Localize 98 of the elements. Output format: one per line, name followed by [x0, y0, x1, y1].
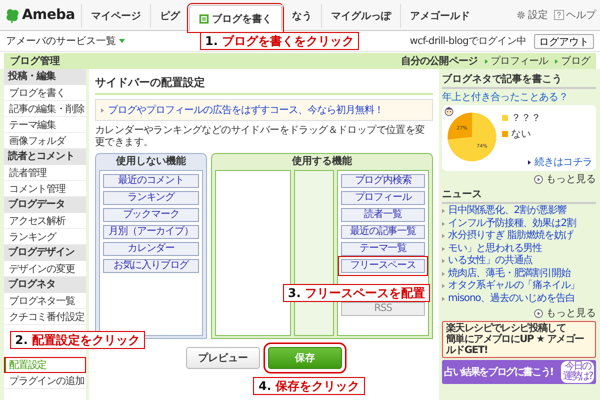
legend-label: ？？？: [511, 112, 541, 125]
bullet-icon: [442, 284, 445, 288]
promo-link[interactable]: ブログやプロフィールの広告をはずすコース、今なら初月無料！: [108, 103, 384, 117]
nav-tab[interactable]: ブログを書く: [188, 5, 282, 31]
panel-heading: 使用する機能: [290, 154, 353, 169]
description-text: カレンダーやランキングなどのサイドバーをドラッグ＆ドロップで位置を変更できます。: [95, 125, 426, 149]
news-link[interactable]: 焼肉店、薄毛・肥満割引開始: [448, 268, 570, 280]
bullet-icon: [442, 272, 445, 276]
mascot-icon: [444, 106, 454, 116]
header-link[interactable]: プロフィール: [490, 54, 548, 68]
widget-item[interactable]: カレンダー: [103, 242, 199, 256]
widget-item[interactable]: 読者一覧: [341, 208, 425, 222]
notepad-icon: [198, 14, 209, 24]
callout-label: 3. フリースペースを配置: [282, 284, 430, 302]
sidebar-item[interactable]: 配置設定: [4, 357, 86, 373]
panel-heading: 使用しない機能: [114, 154, 187, 169]
widget-item[interactable]: テーマ一覧: [341, 242, 425, 256]
more-link[interactable]: もっと見る: [546, 172, 596, 186]
help-icon: [554, 10, 564, 20]
bullet-icon: [442, 296, 445, 301]
nav-tab[interactable]: アメゴールド: [400, 4, 479, 28]
continue-link[interactable]: 続きはコチラ: [534, 155, 592, 169]
news-link[interactable]: いる女性」の共通点: [448, 255, 533, 268]
sidebar-item[interactable]: アクセス解析: [4, 213, 86, 229]
ad-text: 簡単にアメブロにUP ★ アメゴールドGET!: [446, 334, 585, 356]
widget-item[interactable]: 最近の記事一覧: [341, 225, 425, 239]
widget-item[interactable]: 月別（アーカイブ）: [103, 225, 199, 239]
section-title: ブログネタで記事を書こう: [442, 72, 596, 89]
arrow-icon: [528, 160, 532, 164]
sidebar-item[interactable]: ブログネタ一覧: [4, 293, 86, 309]
sidebar-item[interactable]: コメント管理: [4, 181, 86, 197]
ad-text: 占い結果をブログに書こう!: [444, 366, 553, 379]
legend-label: ない: [511, 128, 531, 141]
sidebar-item[interactable]: 読者管理: [4, 165, 86, 181]
sidebar-item[interactable]: デザインの変更: [4, 261, 86, 277]
logo-text[interactable]: Ameba: [22, 7, 75, 23]
settings-link[interactable]: 設定: [516, 8, 548, 22]
caret-icon: [119, 39, 125, 43]
bullet-icon: [442, 246, 445, 251]
bullet-icon: [442, 209, 445, 214]
sidebar-section-header: ブログネタ: [4, 277, 86, 293]
sidebar-section-header: ブログデザイン: [4, 245, 86, 261]
news-link[interactable]: misono、過去のいじめを告白: [448, 292, 575, 305]
widget-item[interactable]: ランキング: [103, 191, 199, 205]
sidebar-item[interactable]: 画像フォルダ: [4, 133, 86, 149]
news-link[interactable]: 日中関係悪化、2割が悪影響: [448, 205, 567, 218]
widget-item[interactable]: プロフィール: [341, 191, 425, 205]
news-link[interactable]: インフル予防接種、効果は2割: [448, 218, 576, 230]
news-link[interactable]: 水分摂りすぎ 脂肪燃焼を妨げ: [448, 230, 573, 242]
header-link[interactable]: ブログ: [561, 54, 590, 68]
more-link[interactable]: もっと見る: [546, 306, 596, 320]
sidebar-item[interactable]: テーマ編集: [4, 117, 86, 133]
login-status: wcf-drill-blogでログイン中: [410, 34, 526, 48]
logout-button[interactable]: ログアウト: [534, 34, 594, 48]
widget-item[interactable]: ブックマーク: [103, 208, 199, 222]
callout-label: 2. 配置設定をクリック: [10, 331, 146, 349]
callout-label: 4. 保存をクリック: [253, 377, 365, 395]
news-link[interactable]: オタク系ギャルの「痛ネイル」: [448, 280, 580, 292]
news-link[interactable]: モい」と思われる男性: [448, 242, 542, 255]
section-title: ニュース: [442, 187, 596, 204]
arrow-icon: [101, 108, 104, 112]
bullet-icon: [442, 222, 445, 226]
legend-swatch: [502, 115, 508, 121]
nav-tab[interactable]: マイページ: [80, 4, 150, 28]
arrow-icon: [484, 58, 488, 64]
widget-item[interactable]: お気に入りブログ: [103, 259, 199, 273]
ad-text: 楽天レシピでレシピ投稿して: [446, 323, 566, 334]
panel-title: サイドバーの配置設定: [95, 73, 433, 95]
sidebar-item[interactable]: ランキング: [4, 229, 86, 245]
sidebar-item[interactable]: ブログを書く: [4, 85, 86, 101]
clover-logo-icon: [5, 8, 20, 22]
widget-item[interactable]: 最近のコメント: [103, 174, 199, 188]
ad-badge: 今日の運勢は?: [561, 361, 594, 383]
settings-icon: [516, 10, 526, 20]
widget-item[interactable]: フリースペース: [341, 259, 425, 273]
nav-tab[interactable]: なう: [282, 4, 321, 28]
section-title: ブログ管理: [10, 54, 60, 68]
sidebar-section-header: ブログデータ: [4, 197, 86, 213]
sidebar-item[interactable]: 記事の編集・削除: [4, 101, 86, 117]
question-link[interactable]: 年上と付き合ったことある？: [442, 90, 596, 104]
bullet-icon: [442, 259, 445, 264]
services-menu[interactable]: アメーバのサービス一覧: [6, 34, 125, 48]
sidebar-item[interactable]: クチコミ番付設定: [4, 309, 86, 325]
sidebar-section-header: 投稿・編集: [4, 69, 86, 85]
recipe-ad-banner[interactable]: 楽天レシピでレシピ投稿して 簡単にアメブロにUP ★ アメゴールドGET!: [442, 321, 596, 358]
play-circle-icon: [534, 174, 543, 184]
preview-button[interactable]: プレビュー: [186, 347, 260, 369]
callout-label: 1. ブログを書くをクリック: [200, 32, 360, 50]
bullet-icon: [442, 234, 445, 238]
sidebar-section-header: 読者とコメント: [4, 149, 86, 165]
nav-tab[interactable]: マイグルっぽ: [320, 4, 400, 28]
widget-item[interactable]: ブログ内検索: [341, 174, 425, 188]
sidebar-item[interactable]: プラグインの追加: [4, 373, 86, 389]
play-circle-icon: [534, 308, 543, 318]
help-link[interactable]: ヘルプ: [554, 8, 596, 22]
legend-swatch: [502, 131, 508, 137]
public-page-label: 自分の公開ページ: [400, 54, 478, 68]
arrow-icon: [555, 58, 558, 64]
